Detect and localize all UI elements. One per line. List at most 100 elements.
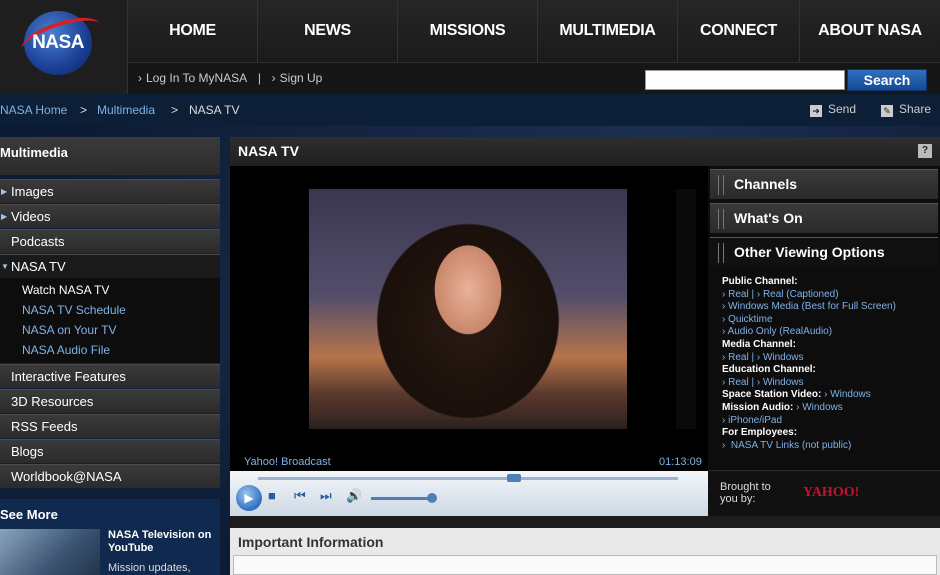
grip-icon <box>718 209 724 229</box>
sidebar-item-videos[interactable]: ▶ Videos <box>0 204 220 228</box>
public-windows-media-link[interactable]: Windows Media (Best for Full Screen) <box>728 301 896 312</box>
send-link[interactable]: ➜ Send <box>810 102 856 117</box>
volume-icon[interactable]: 🔊 <box>346 488 362 504</box>
breadcrumb-current: NASA TV <box>189 103 240 117</box>
multimedia-sidebar: Multimedia ▶ Images ▶ Videos Podcasts ▼ NAS… <box>0 137 220 489</box>
public-quicktime-link[interactable]: Quicktime <box>728 314 772 325</box>
chevron-right-icon: › <box>138 71 142 85</box>
sponsor-box: Brought to you by: YAHOO! <box>708 470 940 516</box>
seek-handle[interactable] <box>507 474 521 482</box>
see-more-text: Mission updates, <box>108 562 191 574</box>
accordion-channels[interactable]: Channels <box>710 169 938 199</box>
info-title: Important Information <box>238 534 384 550</box>
submenu-nasa-on-your-tv[interactable]: NASA on Your TV <box>22 323 117 337</box>
video-frame[interactable] <box>309 189 696 429</box>
main-nav: HOME NEWS MISSIONS MULTIMEDIA CONNECT AB… <box>128 0 940 62</box>
help-icon[interactable]: ? <box>918 144 932 158</box>
chevron-right-icon: ▶ <box>1 212 8 221</box>
volume-handle[interactable] <box>427 493 437 503</box>
yahoo-logo[interactable]: YAHOO! <box>803 485 859 501</box>
option-heading: Education Channel: <box>722 364 816 376</box>
nav-connect[interactable]: CONNECT <box>678 0 800 62</box>
player-source-label: Yahoo! Broadcast <box>244 456 331 468</box>
accordion-other-viewing-options[interactable]: Other Viewing Options <box>710 237 938 267</box>
see-more-title: See More <box>0 507 58 522</box>
send-icon: ➜ <box>810 105 822 117</box>
chevron-right-icon: ▶ <box>1 187 8 196</box>
search-input[interactable] <box>645 70 845 90</box>
option-heading: Public Channel: <box>722 276 798 287</box>
submenu-nasa-audio-file[interactable]: NASA Audio File <box>22 343 110 357</box>
video-frame-edge <box>676 189 696 429</box>
player-time: 01:13:09 <box>659 456 702 468</box>
important-information: Important Information <box>230 528 940 575</box>
sidebar-item-podcasts[interactable]: Podcasts <box>0 229 220 253</box>
signup-link[interactable]: Sign Up <box>280 71 323 85</box>
breadcrumb-separator: > <box>80 103 88 117</box>
login-search-bar: › Log In To MyNASA | › Sign Up Search <box>128 62 940 94</box>
sidebar-item-worldbook[interactable]: Worldbook@NASA <box>0 464 220 488</box>
see-more-link[interactable]: NASA Television on YouTube <box>108 529 218 555</box>
nav-multimedia[interactable]: MULTIMEDIA <box>538 0 678 62</box>
nasa-tv-panel: NASA TV ? Yahoo! Broadcast 01:13:09 ▶ ■ … <box>230 137 940 575</box>
breadcrumb-multimedia[interactable]: Multimedia <box>97 103 155 117</box>
accordion-whats-on[interactable]: What's On <box>710 203 938 233</box>
iphone-link[interactable]: iPhone/iPad <box>728 415 782 426</box>
viewing-options-list: Public Channel: › Real | › Real (Caption… <box>722 276 937 452</box>
mission-audio-windows-link[interactable]: Windows <box>802 402 843 413</box>
employees-link[interactable]: NASA TV Links (not public) <box>731 440 851 451</box>
sidebar-item-interactive[interactable]: Interactive Features <box>0 364 220 388</box>
skip-back-icon[interactable]: ⏮ <box>294 488 306 504</box>
search-button[interactable]: Search <box>847 69 927 91</box>
nasa-logo[interactable]: NASA <box>0 0 128 94</box>
play-icon[interactable]: ▶ <box>236 485 262 511</box>
nav-about[interactable]: ABOUT NASA <box>800 0 940 62</box>
sidebar-item-nasa-tv[interactable]: ▼ NASA TV <box>0 254 220 278</box>
login-links: › Log In To MyNASA | › Sign Up <box>136 71 324 85</box>
viewing-options-panel: Channels What's On Other Viewing Options… <box>708 166 940 516</box>
chevron-right-icon: › <box>271 71 276 85</box>
chevron-down-icon: ▼ <box>1 262 9 271</box>
sidebar-item-blogs[interactable]: Blogs <box>0 439 220 463</box>
breadcrumb: NASA Home > Multimedia > NASA TV ➜ Send ✎… <box>0 94 940 126</box>
shuttle-thumbnail[interactable] <box>0 529 100 575</box>
volume-slider[interactable] <box>371 497 433 500</box>
grip-icon <box>718 243 724 263</box>
seek-bar[interactable] <box>258 477 678 480</box>
share-icon: ✎ <box>881 105 893 117</box>
submenu-nasa-tv-schedule[interactable]: NASA TV Schedule <box>22 303 126 317</box>
option-heading: For Employees: <box>722 427 798 439</box>
breadcrumb-home[interactable]: NASA Home <box>0 103 67 117</box>
breadcrumb-separator: > <box>171 103 179 117</box>
player-controls: ▶ ■ ⏮ ⏭ 🔊 <box>230 471 708 516</box>
panel-header: NASA TV ? <box>230 137 940 166</box>
public-real-captioned-link[interactable]: Real (Captioned) <box>763 289 839 300</box>
info-content <box>233 555 937 575</box>
see-more-panel: See More NASA Television on YouTube Miss… <box>0 499 220 575</box>
stop-icon[interactable]: ■ <box>268 488 276 503</box>
nav-missions[interactable]: MISSIONS <box>398 0 538 62</box>
media-real-link[interactable]: Real <box>728 352 749 363</box>
skip-forward-icon[interactable]: ⏭ <box>320 488 332 504</box>
edu-real-link[interactable]: Real <box>728 377 749 388</box>
nav-home[interactable]: HOME <box>128 0 258 62</box>
space-station-windows-link[interactable]: Windows <box>830 389 871 400</box>
option-heading: Media Channel: <box>722 338 796 350</box>
edu-windows-link[interactable]: Windows <box>763 377 804 388</box>
public-audio-link[interactable]: Audio Only (RealAudio) <box>728 326 833 337</box>
share-link[interactable]: ✎ Share <box>881 102 931 117</box>
divider: | <box>254 71 265 85</box>
media-windows-link[interactable]: Windows <box>763 352 804 363</box>
sidebar-item-images[interactable]: ▶ Images <box>0 179 220 203</box>
login-link[interactable]: Log In To MyNASA <box>146 71 247 85</box>
grip-icon <box>718 175 724 195</box>
sidebar-title: Multimedia <box>0 137 220 175</box>
public-real-link[interactable]: Real <box>728 289 749 300</box>
submenu-watch-nasa-tv[interactable]: Watch NASA TV <box>22 283 109 297</box>
sidebar-item-rss[interactable]: RSS Feeds <box>0 414 220 438</box>
site-header: NASA HOME NEWS MISSIONS MULTIMEDIA CONNE… <box>0 0 940 94</box>
sidebar-item-3d-resources[interactable]: 3D Resources <box>0 389 220 413</box>
sidebar-submenu: Watch NASA TV NASA TV Schedule NASA on Y… <box>0 278 220 363</box>
option-heading: Space Station Video: <box>722 389 822 401</box>
nav-news[interactable]: NEWS <box>258 0 398 62</box>
